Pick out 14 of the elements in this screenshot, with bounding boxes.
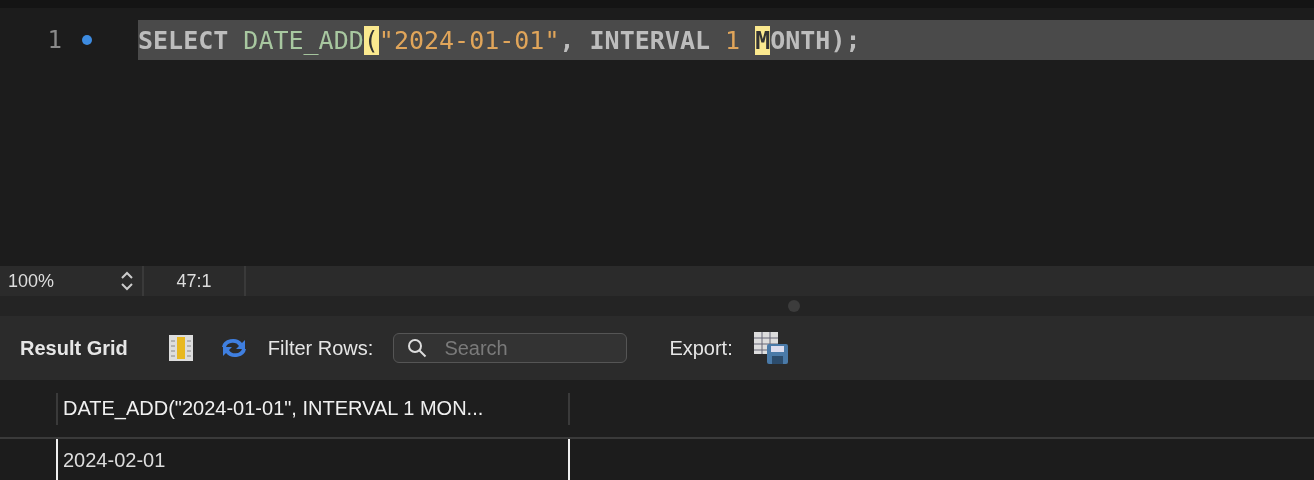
stepper-icon[interactable] (120, 270, 134, 292)
splitter-handle[interactable] (788, 300, 800, 312)
cursor-position: 47:1 (176, 270, 212, 292)
zoom-level: 100% (8, 270, 55, 292)
columns-icon[interactable] (167, 334, 194, 362)
column-header[interactable]: DATE_ADD("2024-01-01", INTERVAL 1 MON... (56, 392, 570, 425)
search-icon (407, 338, 428, 358)
filter-rows-label: Filter Rows: (267, 336, 374, 360)
export-icon[interactable] (752, 331, 789, 365)
search-field[interactable]: Search (393, 333, 628, 363)
export-label: Export: (669, 336, 733, 360)
line-number: 1 (46, 26, 62, 54)
result-grid-title: Result Grid (20, 336, 128, 360)
table-cell: 2024-02-01 (56, 439, 570, 480)
